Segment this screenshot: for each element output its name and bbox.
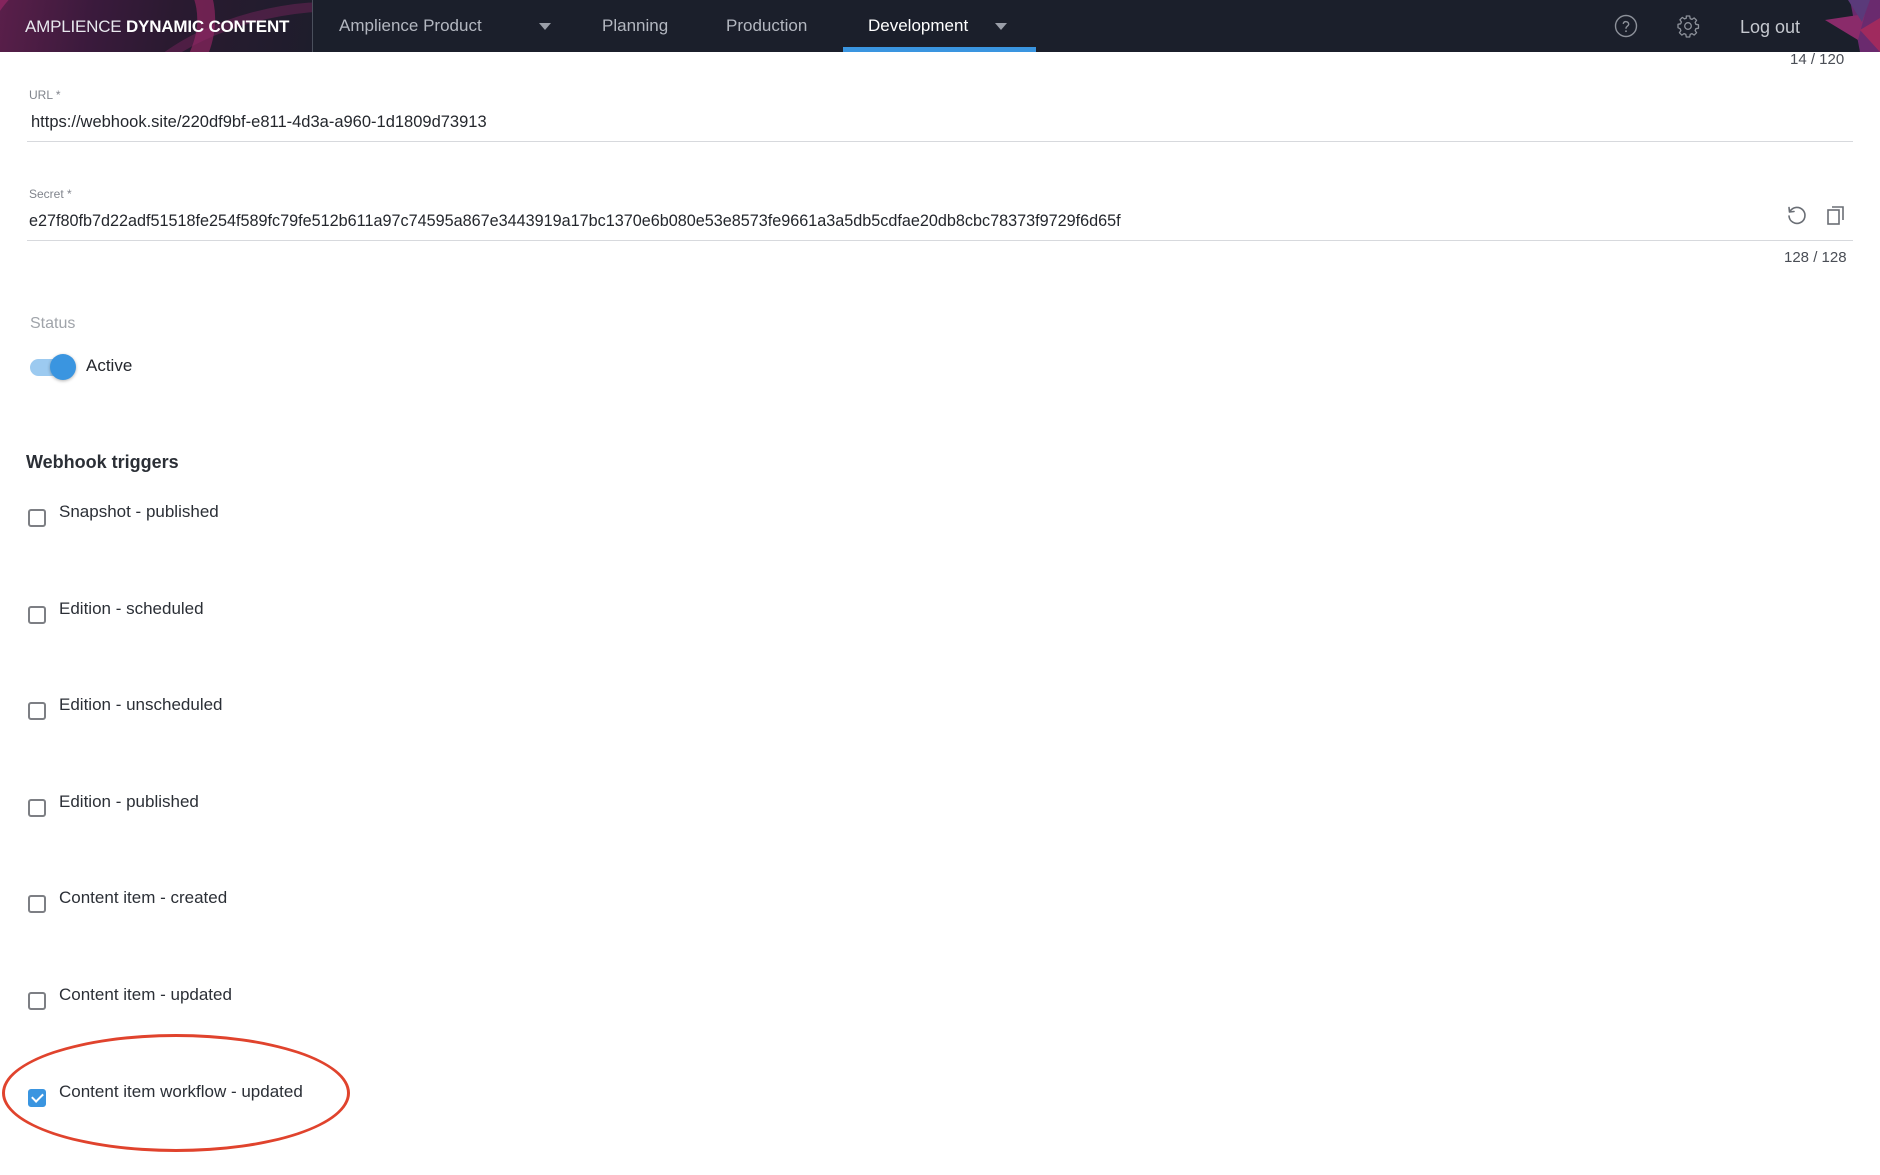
status-toggle[interactable] — [30, 353, 78, 381]
secret-character-counter: 128 / 128 — [1784, 249, 1847, 266]
checkbox-label: Content item - updated — [59, 985, 232, 1004]
checkbox-label: Snapshot - published — [59, 502, 219, 521]
checkbox[interactable] — [28, 992, 46, 1010]
checkbox-label: Edition - scheduled — [59, 599, 204, 618]
refresh-icon[interactable] — [1784, 202, 1810, 228]
copy-icon[interactable] — [1823, 202, 1849, 228]
top-navigation-bar: AMPLIENCE DYNAMIC CONTENT Amplience Prod… — [0, 0, 1880, 52]
hub-selector-chevron-down-icon[interactable] — [539, 23, 551, 30]
help-icon[interactable] — [1614, 14, 1638, 38]
name-character-counter: 14 / 120 — [1790, 51, 1845, 68]
checkbox-checked[interactable] — [28, 1089, 46, 1107]
url-label: URL * — [29, 88, 61, 102]
status-label: Status — [30, 315, 76, 332]
checkbox[interactable] — [28, 702, 46, 720]
brand-light: AMPLIENCE — [25, 17, 122, 36]
brand-text: AMPLIENCE DYNAMIC CONTENT — [25, 17, 289, 37]
checkbox[interactable] — [28, 895, 46, 913]
brand-logo[interactable]: AMPLIENCE DYNAMIC CONTENT — [0, 0, 312, 52]
secret-input-underline — [27, 240, 1853, 241]
nav-tab-label: Production — [726, 16, 808, 35]
development-chevron-down-icon[interactable] — [995, 23, 1007, 30]
nav-tab-planning[interactable]: Planning — [602, 0, 668, 52]
hub-selector-label: Amplience Product — [339, 16, 482, 35]
logout-button[interactable]: Log out — [1740, 0, 1800, 52]
url-input[interactable]: https://webhook.site/220df9bf-e811-4d3a-… — [31, 113, 487, 132]
webhook-triggers-heading: Webhook triggers — [26, 452, 179, 472]
checkbox-label: Content item - created — [59, 888, 228, 907]
checkbox-label: Edition - published — [59, 792, 199, 811]
secret-input[interactable]: e27f80fb7d22adf51518fe254f589fc79fe512b6… — [29, 212, 1121, 231]
gear-icon[interactable] — [1676, 14, 1700, 38]
corner-decoration — [1820, 0, 1880, 52]
nav-tab-production[interactable]: Production — [726, 0, 807, 52]
secret-label: Secret * — [29, 187, 72, 201]
checkbox-label: Content item workflow - updated — [59, 1082, 303, 1101]
active-tab-indicator — [843, 47, 1036, 52]
header-divider — [312, 0, 313, 52]
brand-bold: DYNAMIC CONTENT — [125, 17, 290, 36]
url-input-underline — [27, 141, 1853, 142]
status-toggle-label: Active — [86, 356, 133, 375]
nav-tab-development[interactable]: Development — [868, 0, 968, 52]
checkbox[interactable] — [28, 509, 46, 527]
hub-selector[interactable]: Amplience Product — [339, 0, 482, 52]
nav-tab-label: Development — [868, 16, 969, 35]
checkbox-label: Edition - unscheduled — [59, 695, 223, 714]
checkbox[interactable] — [28, 606, 46, 624]
checkbox[interactable] — [28, 799, 46, 817]
nav-tab-label: Planning — [602, 16, 669, 35]
toggle-thumb — [50, 354, 76, 380]
